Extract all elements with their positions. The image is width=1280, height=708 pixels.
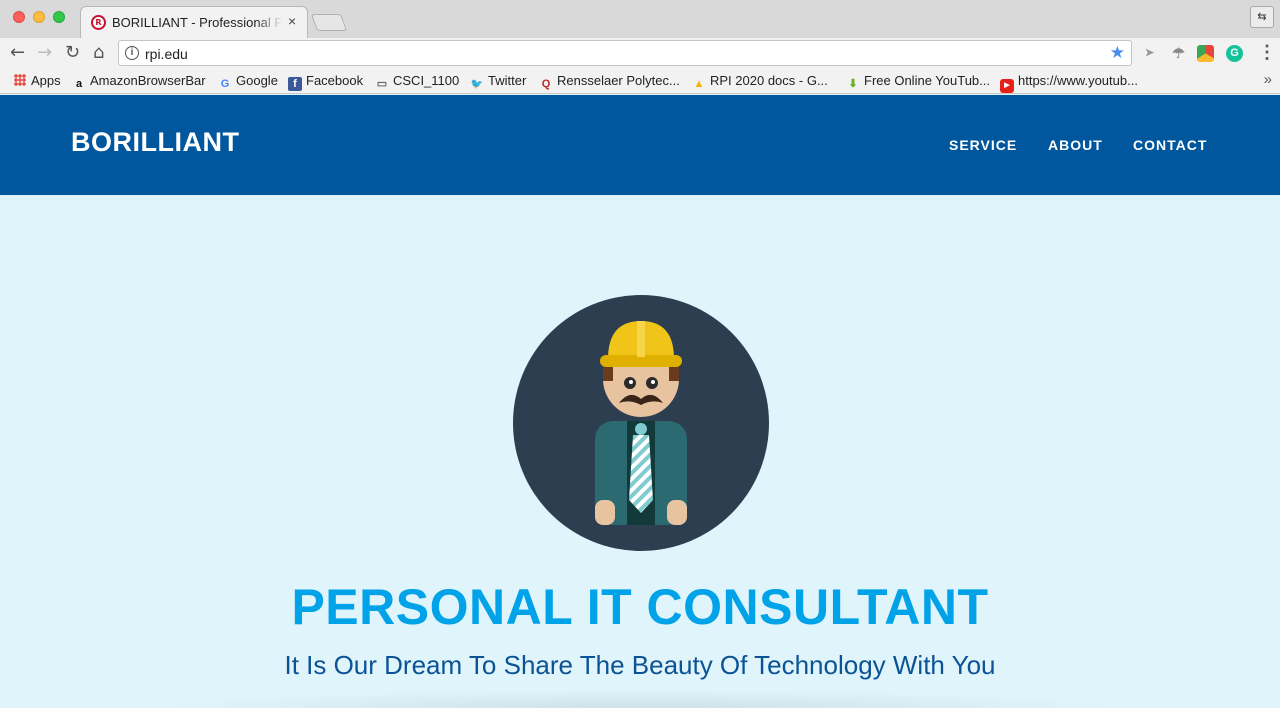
forward-arrow-icon[interactable]: →: [37, 42, 52, 63]
fullscreen-window-button[interactable]: [53, 11, 65, 23]
browser-tab-strip: R BORILLIANT - Professional Pe × ⇆: [0, 0, 1280, 38]
bookmark-youtube[interactable]: ▶ https://www.youtub...: [1000, 73, 1138, 93]
site-info-icon[interactable]: i: [125, 46, 139, 60]
twitter-icon: 🐦: [470, 79, 484, 90]
url-text[interactable]: rpi.edu: [145, 46, 188, 62]
back-arrow-icon[interactable]: ←: [10, 42, 25, 63]
reload-icon[interactable]: ↻: [65, 42, 80, 63]
minimize-window-button[interactable]: [33, 11, 45, 23]
bookmark-facebook[interactable]: f Facebook: [288, 73, 363, 91]
nav-link-about[interactable]: ABOUT: [1048, 137, 1103, 153]
bookmark-amazonbrowserbar[interactable]: a AmazonBrowserBar: [72, 73, 206, 91]
facebook-icon: f: [288, 77, 302, 91]
avatar-left-hand: [595, 500, 615, 525]
bookmark-apps[interactable]: Apps: [14, 73, 61, 88]
chrome-extension-icon[interactable]: [1197, 45, 1214, 62]
browser-toolbar: ← → ↻ ⌂ i rpi.edu ★ ➤ ☂ G ⋮: [0, 38, 1280, 68]
folder-icon: ▭: [376, 78, 388, 90]
rpi-favicon-icon: R: [91, 15, 106, 30]
hero-title: PERSONAL IT CONSULTANT: [291, 579, 989, 635]
bookmark-csci-1100[interactable]: ▭ CSCI_1100: [375, 73, 459, 91]
avatar-right-hand: [667, 500, 687, 525]
amazon-icon: a: [75, 78, 83, 90]
grammarly-icon[interactable]: G: [1226, 45, 1243, 62]
profile-switch-button[interactable]: ⇆: [1250, 6, 1274, 28]
hero-section: PERSONAL IT CONSULTANT It Is Our Dream T…: [0, 195, 1280, 708]
tab-title: BORILLIANT - Professional Pe: [112, 15, 282, 30]
address-bar[interactable]: i rpi.edu ★: [118, 40, 1132, 66]
google-icon: G: [220, 78, 230, 90]
download-arrow-icon: ⬇: [848, 78, 858, 90]
home-icon[interactable]: ⌂: [93, 42, 104, 63]
cursor-extension-icon[interactable]: ➤: [1141, 45, 1158, 62]
bookmark-star-icon[interactable]: ★: [1110, 43, 1125, 63]
google-drive-icon: ▲: [693, 78, 705, 90]
youtube-icon: ▶: [1000, 79, 1014, 93]
bookmark-rensselaer[interactable]: Q Rensselaer Polytec...: [539, 73, 680, 91]
avatar-tie: [629, 435, 653, 513]
avatar-tie-knot: [635, 423, 647, 435]
site-header: BORILLIANT SERVICE ABOUT CONTACT: [0, 95, 1280, 195]
new-tab-button[interactable]: [310, 14, 348, 31]
apps-grid-icon: [14, 74, 26, 86]
close-window-button[interactable]: [13, 11, 25, 23]
bookmark-free-online-youtube[interactable]: ⬇ Free Online YouTub...: [846, 73, 990, 91]
nav-link-contact[interactable]: CONTACT: [1133, 137, 1207, 153]
bookmark-google[interactable]: G Google: [218, 73, 278, 91]
tab-close-icon[interactable]: ×: [288, 13, 296, 29]
browser-tab-active[interactable]: R BORILLIANT - Professional Pe ×: [80, 6, 308, 38]
site-logo[interactable]: BORILLIANT: [71, 127, 239, 158]
hero-section-shadow: [160, 690, 1120, 708]
consultant-avatar-illustration: [513, 295, 769, 551]
umbrella-extension-icon[interactable]: ☂: [1170, 45, 1187, 62]
bookmarks-overflow-icon[interactable]: »: [1264, 71, 1272, 88]
bookmarks-bar: Apps a AmazonBrowserBar G Google f Facebook…: [0, 68, 1280, 94]
bookmark-rpi-2020-docs[interactable]: ▲ RPI 2020 docs - G...: [692, 73, 828, 91]
browser-menu-icon[interactable]: ⋮: [1258, 42, 1276, 63]
quora-icon: Q: [541, 78, 551, 90]
hero-subtitle: It Is Our Dream To Share The Beauty Of T…: [284, 650, 996, 680]
bookmark-twitter[interactable]: 🐦 Twitter: [470, 73, 527, 92]
nav-link-service[interactable]: SERVICE: [949, 137, 1017, 153]
